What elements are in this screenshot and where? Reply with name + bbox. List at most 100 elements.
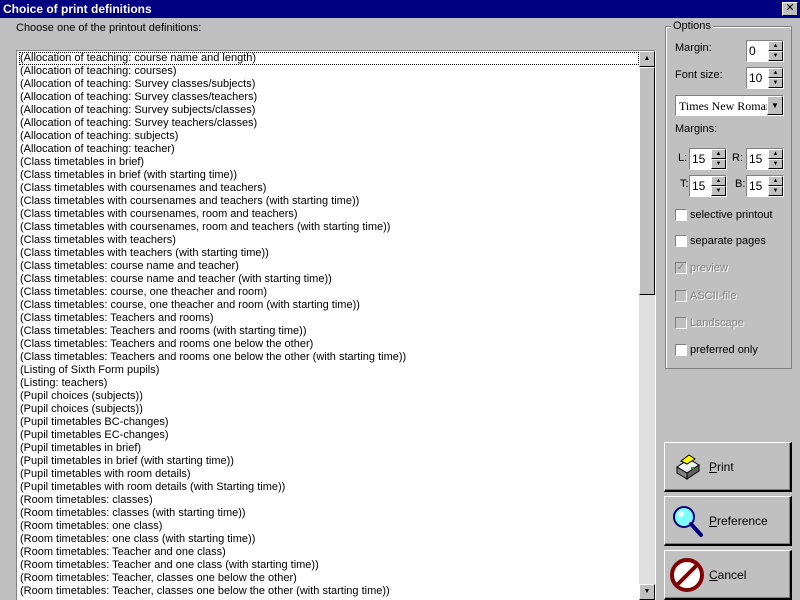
list-item[interactable]: (Allocation of teaching: course name and… [19,52,639,65]
left-margin-value[interactable]: 15 [692,152,705,166]
list-item[interactable]: (Pupil choices (subjects)) [19,403,639,416]
list-item[interactable]: (Listing of Sixth Form pupils) [19,364,639,377]
list-item[interactable]: (Pupil timetables with room details (wit… [19,481,639,494]
list-item[interactable]: (Allocation of teaching: teacher) [19,143,639,156]
list-item[interactable]: (Class timetables with coursenames, room… [19,221,639,234]
font-size-stepper[interactable]: 10 ▲ ▼ [746,67,784,89]
top-down-button[interactable]: ▼ [711,186,726,196]
margin-down-button[interactable]: ▼ [768,51,783,61]
list-item[interactable]: (Pupil timetables with room details) [19,468,639,481]
cancel-button[interactable]: Cancel [664,550,792,600]
list-item[interactable]: (Room timetables: Teacher and one class) [19,546,639,559]
top-margin-value[interactable]: 15 [692,179,705,193]
list-item[interactable]: (Allocation of teaching: subjects) [19,130,639,143]
print-definition-list[interactable]: (Allocation of teaching: course name and… [16,50,656,600]
list-scrollbar[interactable]: ▲ ▼ [639,51,655,600]
arrow-down-icon: ▼ [772,161,779,167]
list-item[interactable]: (Class timetables: course name and teach… [19,260,639,273]
landscape-option: Landscape [675,316,744,330]
left-down-button[interactable]: ▼ [711,159,726,169]
list-item[interactable]: (Pupil timetables in brief (with startin… [19,455,639,468]
list-item[interactable]: (Class timetables: Teachers and rooms (w… [19,325,639,338]
list-item[interactable]: (Pupil choices (subjects)) [19,390,639,403]
margin-up-button[interactable]: ▲ [768,41,783,51]
arrow-up-icon: ▲ [715,178,722,184]
margin-label: Margin: [675,42,712,54]
landscape-label: Landscape [690,317,744,329]
chevron-down-icon: ▼ [771,101,779,110]
list-item[interactable]: (Allocation of teaching: Survey classes/… [19,91,639,104]
bottom-margin-stepper[interactable]: 15 ▲ ▼ [746,175,784,197]
selective-printout-label: selective printout [690,209,773,221]
scroll-down-button[interactable]: ▼ [639,584,655,600]
margin-stepper[interactable]: 0 ▲ ▼ [746,40,784,62]
right-up-button[interactable]: ▲ [768,149,783,159]
scroll-thumb[interactable] [639,67,655,295]
top-margin-label: T: [680,178,689,190]
arrow-up-icon: ▲ [772,70,779,76]
close-button[interactable]: ✕ [782,2,798,16]
list-item[interactable]: (Pupil timetables BC-changes) [19,416,639,429]
list-item[interactable]: (Room timetables: Teacher and one class … [19,559,639,572]
font-dropdown-button[interactable]: ▼ [767,96,783,115]
preferred-only-checkbox[interactable] [675,344,687,356]
preference-button[interactable]: Preference [664,496,792,546]
list-item[interactable]: (Pupil timetables EC-changes) [19,429,639,442]
list-item[interactable]: (Allocation of teaching: courses) [19,65,639,78]
margin-value[interactable]: 0 [749,44,756,58]
right-margin-stepper[interactable]: 15 ▲ ▼ [746,148,784,170]
list-item[interactable]: (Room timetables: one class) [19,520,639,533]
preferred-only-option[interactable]: preferred only [675,343,758,357]
list-item[interactable]: (Class timetables with coursenames, room… [19,208,639,221]
list-item[interactable]: (Class timetables: course, one theacher … [19,286,639,299]
bottom-down-button[interactable]: ▼ [768,186,783,196]
right-margin-value[interactable]: 15 [749,152,762,166]
right-margin-label: R: [732,152,743,164]
bottom-up-button[interactable]: ▲ [768,176,783,186]
list-item[interactable]: (Pupil timetables in brief) [19,442,639,455]
list-item[interactable]: (Class timetables: Teachers and rooms) [19,312,639,325]
right-down-button[interactable]: ▼ [768,159,783,169]
list-item[interactable]: (Room timetables: Teacher, classes one b… [19,585,639,598]
margins-label: Margins: [675,123,718,135]
arrow-down-icon: ▼ [772,80,779,86]
separate-pages-option[interactable]: separate pages [675,234,766,248]
list-item[interactable]: (Listing: teachers) [19,377,639,390]
left-margin-stepper[interactable]: 15 ▲ ▼ [689,148,727,170]
list-item[interactable]: (Class timetables: Teachers and rooms on… [19,338,639,351]
preview-option: ✓ preview [675,261,728,275]
list-item[interactable]: (Class timetables in brief) [19,156,639,169]
list-item[interactable]: (Class timetables with coursenames and t… [19,195,639,208]
list-item[interactable]: (Class timetables in brief (with startin… [19,169,639,182]
list-item[interactable]: (Room timetables: classes) [19,494,639,507]
print-button[interactable]: Print [664,442,792,492]
arrow-up-icon: ▲ [715,151,722,157]
ascii-file-label: ASCII-file [690,290,737,302]
scroll-up-button[interactable]: ▲ [639,51,655,67]
list-item[interactable]: (Class timetables: Teachers and rooms on… [19,351,639,364]
selective-printout-checkbox[interactable] [675,209,687,221]
font-size-down-button[interactable]: ▼ [768,78,783,88]
ascii-file-option: ASCII-file [675,289,736,303]
list-item[interactable]: (Class timetables: course name and teach… [19,273,639,286]
list-item[interactable]: (Allocation of teaching: Survey classes/… [19,78,639,91]
top-margin-stepper[interactable]: 15 ▲ ▼ [689,175,727,197]
separate-pages-checkbox[interactable] [675,235,687,247]
list-item[interactable]: (Class timetables with teachers (with st… [19,247,639,260]
selective-printout-option[interactable]: selective printout [675,208,773,222]
list-item[interactable]: (Room timetables: classes (with starting… [19,507,639,520]
font-size-up-button[interactable]: ▲ [768,68,783,78]
list-item[interactable]: (Allocation of teaching: Survey teachers… [19,117,639,130]
list-item[interactable]: (Room timetables: one class (with starti… [19,533,639,546]
list-item[interactable]: (Class timetables with teachers) [19,234,639,247]
arrow-down-icon: ▼ [643,588,651,595]
top-up-button[interactable]: ▲ [711,176,726,186]
list-item[interactable]: (Class timetables: course, one theacher … [19,299,639,312]
list-item[interactable]: (Class timetables with coursenames and t… [19,182,639,195]
left-up-button[interactable]: ▲ [711,149,726,159]
list-item[interactable]: (Room timetables: Teacher, classes one b… [19,572,639,585]
font-size-value[interactable]: 10 [749,71,762,85]
font-select[interactable]: Times New Roman ▼ [675,95,784,116]
list-item[interactable]: (Allocation of teaching: Survey subjects… [19,104,639,117]
bottom-margin-value[interactable]: 15 [749,179,762,193]
